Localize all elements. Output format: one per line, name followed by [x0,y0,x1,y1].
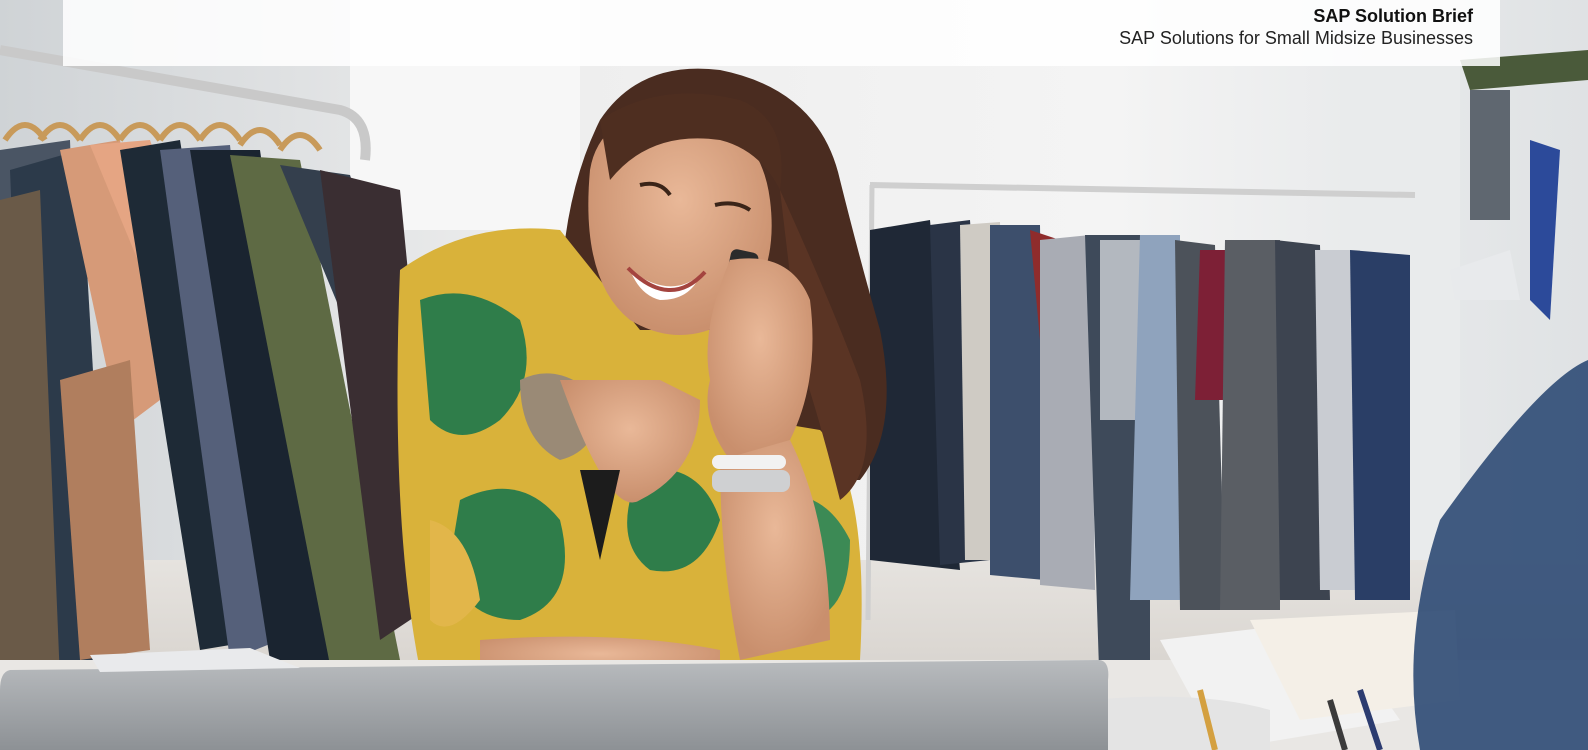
left-clothing-rack [0,122,440,700]
document-subtitle: SAP Solutions for Small Midsize Business… [1119,28,1473,48]
solution-brief-cover: SAP Solution Brief SAP Solutions for Sma… [0,0,1588,750]
document-type-title: SAP Solution Brief [1313,6,1473,26]
hero-photo [0,0,1588,750]
